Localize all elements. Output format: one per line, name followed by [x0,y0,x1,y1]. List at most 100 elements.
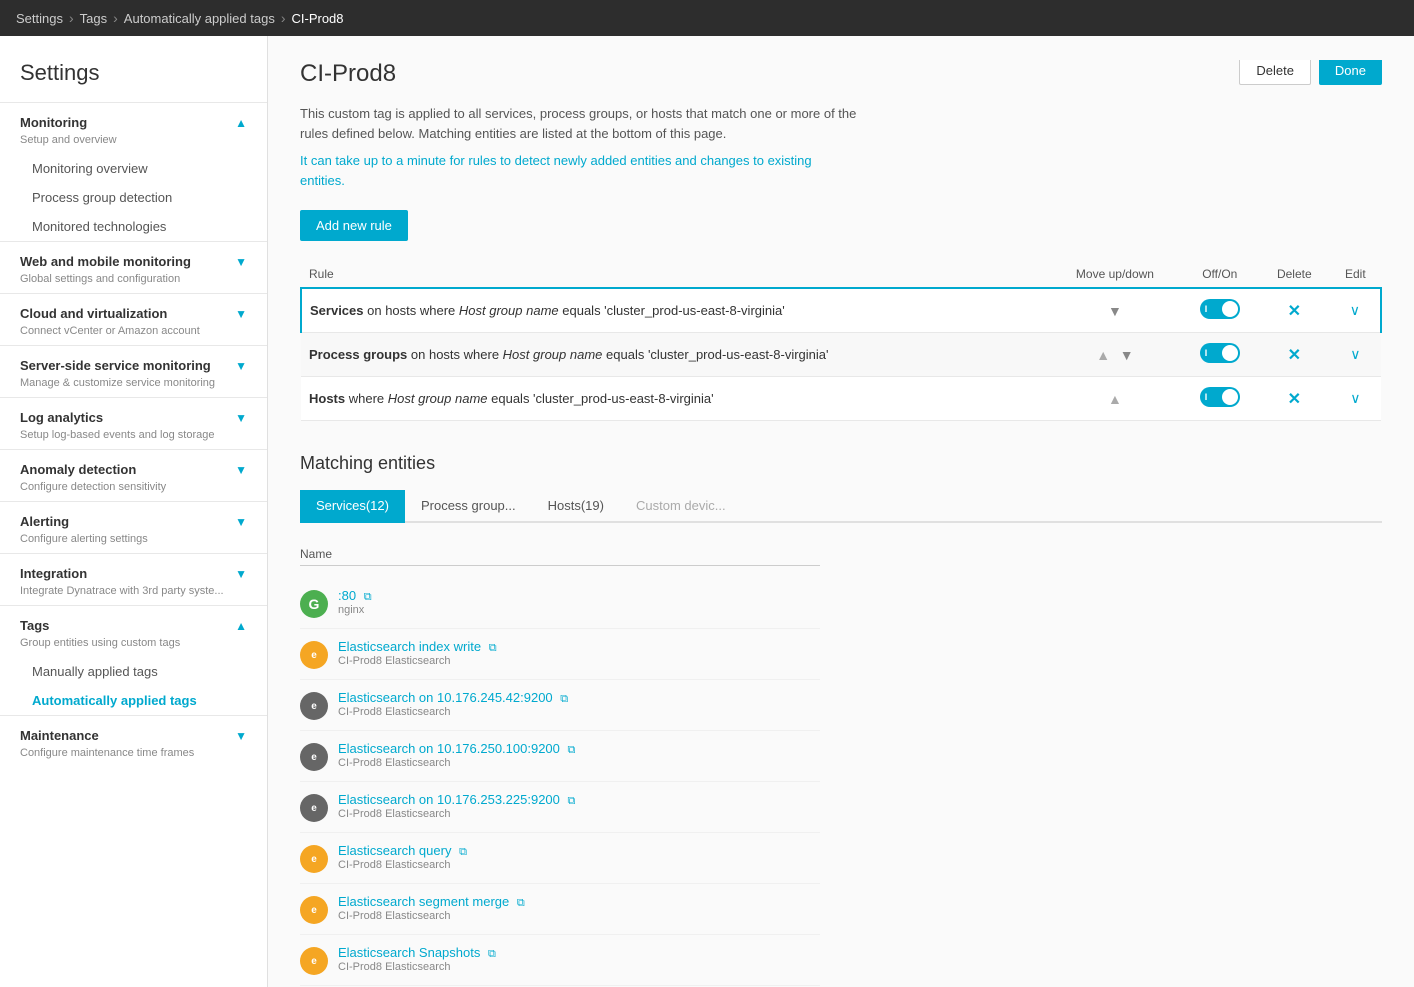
sidebar-section-cloud-header[interactable]: Cloud and virtualization ▼ [0,294,267,325]
sidebar-section-web-mobile-header[interactable]: Web and mobile monitoring ▼ [0,242,267,273]
rule-edit-3[interactable]: ∨ [1330,377,1381,421]
sidebar-web-title: Web and mobile monitoring [20,254,191,269]
delete-rule-icon[interactable]: ✕ [1288,391,1301,408]
chevron-down-icon-6: ▼ [235,515,247,529]
table-row: Process groups on hosts where Host group… [301,333,1381,377]
sidebar-item-process-group[interactable]: Process group detection [0,183,267,212]
arrow-down-icon[interactable]: ▼ [1108,303,1122,319]
toggle-knob [1222,301,1238,317]
sidebar: Settings Monitoring ▲ Setup and overview… [0,36,268,987]
entity-link-0[interactable]: :80 [338,588,356,603]
rule-edit-1[interactable]: ∨ [1330,288,1381,333]
rule-condition: equals 'cluster_prod-us-east-8-virginia' [606,347,828,362]
rule-field: Host group name [459,303,559,318]
list-item: e Elasticsearch query ⧉ CI-Prod8 Elastic… [300,833,820,884]
sidebar-section-anomaly: Anomaly detection ▼ Configure detection … [0,449,267,501]
entity-sub-4: CI-Prod8 Elasticsearch [338,808,575,820]
external-link-icon-1[interactable]: ⧉ [489,642,497,654]
tab-custom-device: Custom devic... [620,490,742,523]
entity-sub-0: nginx [338,604,372,616]
sidebar-section-server-header[interactable]: Server-side service monitoring ▼ [0,346,267,377]
breadcrumb-tags[interactable]: Tags [80,11,107,26]
arrow-up-icon[interactable]: ▲ [1096,347,1110,363]
entity-link-4[interactable]: Elasticsearch on 10.176.253.225:9200 [338,792,560,807]
external-link-icon-3[interactable]: ⧉ [568,744,576,756]
sidebar-section-monitoring: Monitoring ▲ Setup and overview Monitori… [0,102,267,241]
expand-rule-icon[interactable]: ∨ [1350,346,1360,362]
rule-text-2: Process groups on hosts where Host group… [301,333,1049,377]
rule-toggle-1[interactable]: I [1181,288,1259,333]
rule-delete-1[interactable]: ✕ [1259,288,1330,333]
entity-link-5[interactable]: Elasticsearch query [338,843,451,858]
entity-link-2[interactable]: Elasticsearch on 10.176.245.42:9200 [338,690,553,705]
sidebar-integration-title: Integration [20,566,87,581]
arrow-down-icon[interactable]: ▼ [1120,347,1134,363]
rule-connector: where [349,391,388,406]
breadcrumb-auto-tags[interactable]: Automatically applied tags [124,11,275,26]
sidebar-server-title: Server-side service monitoring [20,358,211,373]
chevron-up-icon: ▲ [235,116,247,130]
delete-button[interactable]: Delete [1239,60,1311,85]
entity-icon-6: e [300,896,328,924]
rule-connector: on hosts where [411,347,503,362]
chevron-down-icon-7: ▼ [235,567,247,581]
entity-link-6[interactable]: Elasticsearch segment merge [338,894,509,909]
tab-services[interactable]: Services(12) [300,490,405,523]
sidebar-section-monitoring-header[interactable]: Monitoring ▲ [0,103,267,134]
tab-process-group[interactable]: Process group... [405,490,532,523]
external-link-icon-4[interactable]: ⧉ [568,795,576,807]
breadcrumb-sep-2: › [113,10,118,26]
sidebar-cloud-subtitle: Connect vCenter or Amazon account [0,325,267,345]
sidebar-section-maintenance-header[interactable]: Maintenance ▼ [0,716,267,747]
sidebar-section-integration-header[interactable]: Integration ▼ [0,554,267,585]
toggle-switch[interactable]: I [1200,343,1240,363]
toggle-switch[interactable]: I [1200,299,1240,319]
toggle-switch[interactable]: I [1200,387,1240,407]
done-button[interactable]: Done [1319,60,1382,85]
breadcrumb-settings[interactable]: Settings [16,11,63,26]
sidebar-item-monitoring-overview[interactable]: Monitoring overview [0,154,267,183]
rule-condition: equals 'cluster_prod-us-east-8-virginia' [491,391,713,406]
chevron-down-icon-4: ▼ [235,411,247,425]
entity-link-3[interactable]: Elasticsearch on 10.176.250.100:9200 [338,741,560,756]
sidebar-item-manual-tags[interactable]: Manually applied tags [0,657,267,686]
tab-hosts[interactable]: Hosts(19) [532,490,620,523]
expand-rule-icon[interactable]: ∨ [1350,302,1360,318]
toggle-knob [1222,389,1238,405]
rule-toggle-2[interactable]: I [1181,333,1259,377]
rule-delete-2[interactable]: ✕ [1259,333,1330,377]
rule-toggle-3[interactable]: I [1181,377,1259,421]
external-link-icon-2[interactable]: ⧉ [560,693,568,705]
entity-icon-0: G [300,590,328,618]
external-link-icon-5[interactable]: ⧉ [459,846,467,858]
expand-rule-icon[interactable]: ∨ [1350,390,1360,406]
page-actions: Delete Done [1239,60,1382,85]
rule-prefix: Hosts [309,391,345,406]
rule-edit-2[interactable]: ∨ [1330,333,1381,377]
sidebar-item-monitored-tech[interactable]: Monitored technologies [0,212,267,241]
sidebar-section-log: Log analytics ▼ Setup log-based events a… [0,397,267,449]
external-link-icon-6[interactable]: ⧉ [517,897,525,909]
add-rule-button[interactable]: Add new rule [300,210,408,241]
sidebar-section-log-header[interactable]: Log analytics ▼ [0,398,267,429]
delete-rule-icon[interactable]: ✕ [1288,303,1301,320]
entity-icon-1: e [300,641,328,669]
external-link-icon-7[interactable]: ⧉ [488,948,496,960]
rule-delete-3[interactable]: ✕ [1259,377,1330,421]
rule-move-1: ▼ [1049,288,1180,333]
arrow-up-icon[interactable]: ▲ [1108,391,1122,407]
sidebar-item-auto-tags[interactable]: Automatically applied tags [0,686,267,715]
sidebar-integration-subtitle: Integrate Dynatrace with 3rd party syste… [0,585,267,605]
list-item: e Elasticsearch segment merge ⧉ CI-Prod8… [300,884,820,935]
col-toggle-header: Off/On [1181,261,1259,288]
rule-condition: equals 'cluster_prod-us-east-8-virginia' [562,303,784,318]
sidebar-section-alerting-header[interactable]: Alerting ▼ [0,502,267,533]
sidebar-maintenance-title: Maintenance [20,728,99,743]
entity-link-1[interactable]: Elasticsearch index write [338,639,481,654]
sidebar-section-anomaly-header[interactable]: Anomaly detection ▼ [0,450,267,481]
sidebar-section-tags-header[interactable]: Tags ▲ [0,606,267,637]
external-link-icon-0[interactable]: ⧉ [364,591,372,603]
delete-rule-icon[interactable]: ✕ [1288,347,1301,364]
main-content: Delete Done CI-Prod8 This custom tag is … [268,36,1414,987]
entity-link-7[interactable]: Elasticsearch Snapshots [338,945,480,960]
